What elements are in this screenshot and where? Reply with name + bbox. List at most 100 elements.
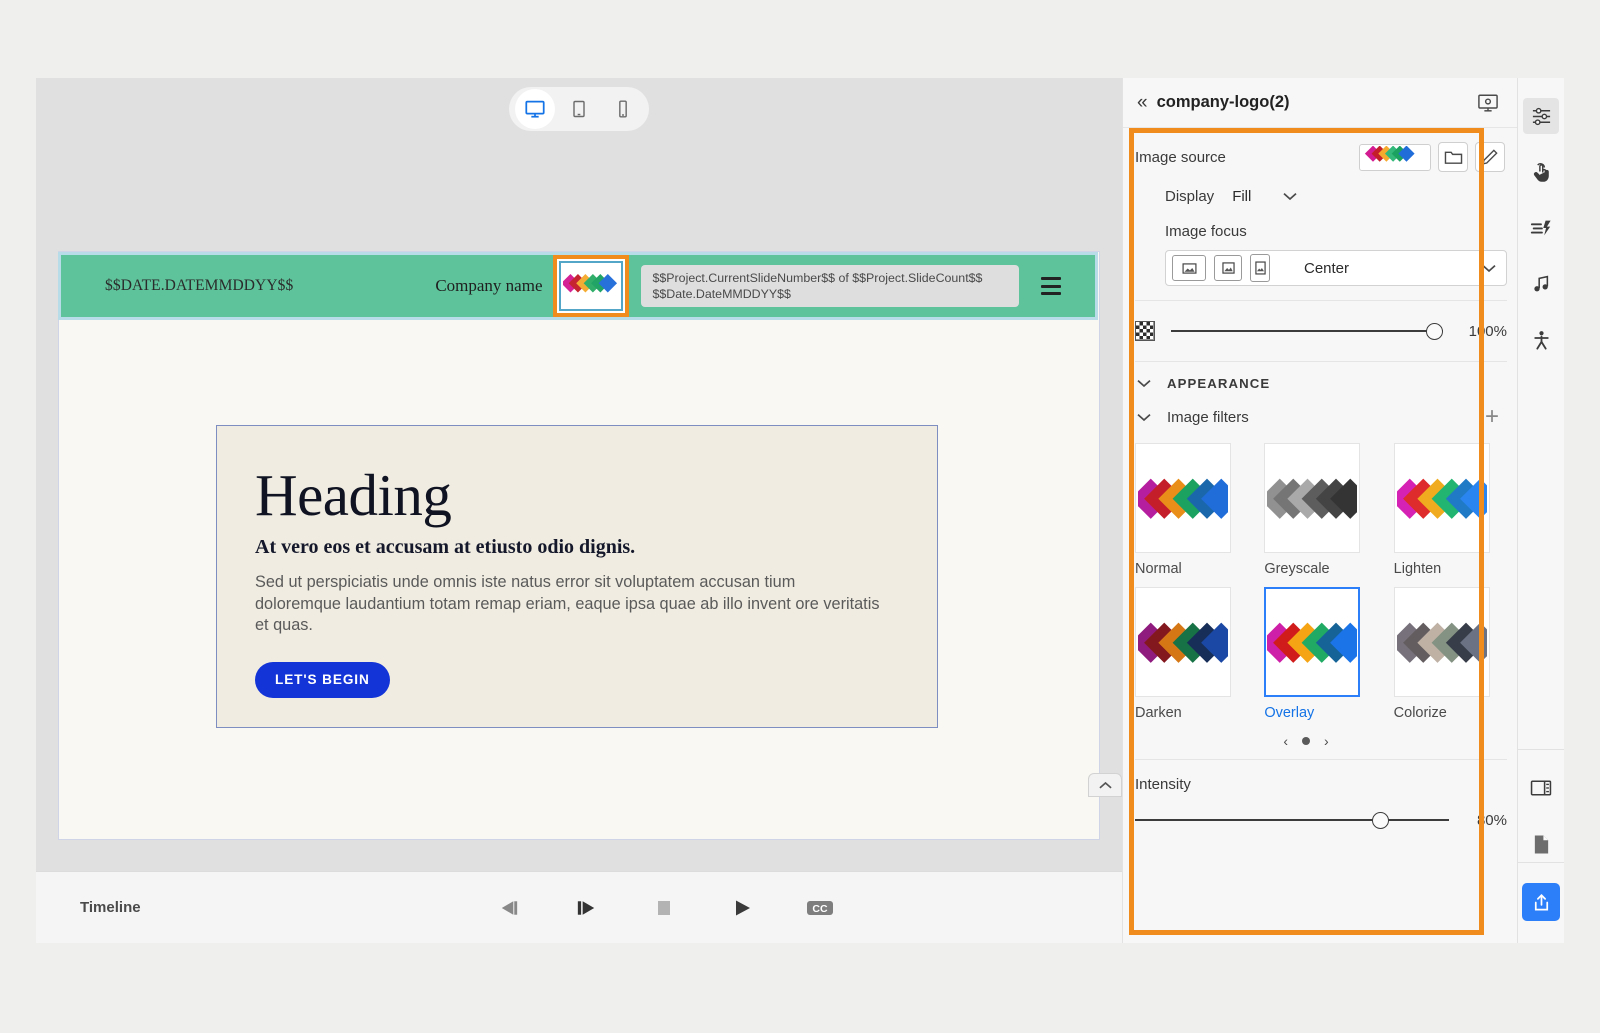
logo-thumbnail [558, 261, 623, 311]
rail-divider [1518, 749, 1564, 750]
appearance-section-header[interactable]: APPEARANCE [1135, 362, 1507, 397]
authoring-app-window: $$DATE.DATEMMDDYY$$ Company name $$Proje… [36, 78, 1564, 943]
slide-text-block[interactable]: Heading At vero eos et accusam at etiust… [216, 425, 938, 728]
intensity-slider-row: 80% [1135, 811, 1507, 829]
appearance-title: APPEARANCE [1167, 376, 1271, 391]
landscape-icon[interactable] [1172, 255, 1206, 281]
slide-header-band[interactable]: $$DATE.DATEMMDDYY$$ Company name $$Proje… [58, 252, 1098, 320]
filter-thumbnail[interactable] [1264, 443, 1361, 553]
intensity-knob[interactable] [1372, 811, 1390, 829]
chevron-down-icon[interactable] [1137, 379, 1151, 388]
preview-monitor-icon[interactable] [1473, 89, 1503, 117]
device-desktop-button[interactable] [515, 89, 555, 129]
stage-column: $$DATE.DATEMMDDYY$$ Company name $$Proje… [36, 78, 1122, 943]
interactions-icon[interactable] [1523, 154, 1559, 190]
pager-dot[interactable] [1302, 737, 1310, 745]
slide-panel-icon[interactable] [1523, 770, 1559, 806]
device-tablet-button[interactable] [559, 89, 599, 129]
timeline-bar: Timeline CC [36, 871, 1122, 943]
portrait-icon[interactable] [1250, 254, 1270, 282]
slide-heading: Heading [255, 462, 452, 528]
display-value[interactable]: Fill [1232, 188, 1251, 205]
plus-icon[interactable]: + [1485, 405, 1507, 429]
square-icon[interactable] [1214, 255, 1242, 281]
rail-divider [1518, 862, 1564, 863]
pager-next-icon[interactable]: › [1324, 733, 1329, 749]
band-text-line1: $$Project.CurrentSlideNumber$$ of $$Proj… [652, 271, 983, 285]
band-slide-number-textbox[interactable]: $$Project.CurrentSlideNumber$$ of $$Proj… [640, 265, 1019, 307]
image-focus-label: Image focus [1165, 223, 1247, 240]
chevron-down-icon[interactable] [1482, 264, 1496, 273]
filter-thumbnail[interactable] [1393, 443, 1490, 553]
pager-prev-icon[interactable]: ‹ [1283, 733, 1288, 749]
image-focus-row: Center [1165, 250, 1507, 286]
filter-option-darken[interactable]: Darken [1135, 587, 1242, 731]
device-mobile-button[interactable] [603, 89, 643, 129]
filter-label: Darken [1135, 705, 1182, 721]
image-filters-title: Image filters [1167, 408, 1249, 426]
opacity-slider[interactable] [1171, 322, 1443, 340]
slide-body-text: Sed ut perspiciatis unde omnis iste natu… [255, 573, 880, 634]
double-chevron-left-icon[interactable]: « [1137, 93, 1148, 112]
device-preview-toolbar [36, 78, 1122, 140]
opacity-track [1171, 330, 1443, 332]
intensity-label: Intensity [1135, 776, 1191, 793]
stop-button[interactable] [647, 893, 681, 923]
svg-text:CC: CC [812, 903, 828, 915]
play-button[interactable] [725, 893, 759, 923]
step-forward-button[interactable] [569, 893, 603, 923]
timeline-collapse-toggle[interactable] [1088, 773, 1122, 797]
filter-option-colorize[interactable]: Colorize [1393, 587, 1501, 731]
slide-subheading: At vero eos et accusam at etiusto odio d… [255, 536, 636, 558]
filter-option-greyscale[interactable]: Greyscale [1264, 443, 1371, 587]
band-text-line2: $$Date.DateMMDDYY$$ [652, 287, 791, 301]
intensity-track [1135, 819, 1449, 821]
filter-thumbnail[interactable] [1264, 587, 1361, 697]
effects-icon[interactable] [1523, 210, 1559, 246]
band-date-text: $$DATE.DATEMMDDYY$$ [105, 277, 294, 294]
image-source-section: Image source Display Fill Image focus Ce… [1135, 128, 1507, 301]
intensity-slider[interactable] [1135, 811, 1449, 829]
folder-icon[interactable] [1438, 142, 1468, 172]
selected-logo-object[interactable] [552, 255, 629, 317]
step-back-button[interactable] [491, 893, 525, 923]
image-source-controls [1359, 142, 1505, 172]
filter-label: Overlay [1264, 705, 1315, 721]
tool-rail [1517, 78, 1564, 943]
filter-option-overlay[interactable]: Overlay [1264, 587, 1371, 731]
properties-icon[interactable] [1523, 98, 1559, 134]
intensity-value: 80% [1476, 811, 1507, 829]
audio-icon[interactable] [1523, 266, 1559, 302]
timeline-label: Timeline [80, 899, 141, 916]
filter-option-normal[interactable]: Normal [1135, 443, 1242, 587]
slide-cta-button[interactable]: LET'S BEGIN [255, 661, 390, 698]
assets-icon[interactable] [1523, 826, 1559, 862]
properties-panel-title: company-logo(2) [1156, 93, 1290, 111]
filter-thumbnail[interactable] [1135, 587, 1231, 697]
closed-captions-button[interactable]: CC [803, 893, 837, 923]
opacity-section: 100% [1135, 301, 1507, 362]
filter-label: Normal [1135, 561, 1182, 577]
display-label: Display [1165, 188, 1215, 205]
slide-stage: $$DATE.DATEMMDDYY$$ Company name $$Proje… [36, 140, 1122, 871]
accessibility-icon[interactable] [1523, 322, 1559, 358]
intensity-section: Intensity 80% [1135, 759, 1507, 829]
publish-icon[interactable] [1522, 883, 1560, 921]
filter-thumbnail[interactable] [1135, 443, 1231, 553]
band-menu-icon[interactable] [1040, 277, 1061, 295]
pencil-icon[interactable] [1475, 142, 1505, 172]
properties-panel-body: Image source Display Fill Image focus Ce… [1123, 128, 1517, 943]
filter-thumbnail[interactable] [1393, 587, 1490, 697]
properties-panel-header: « company-logo(2) [1123, 78, 1517, 128]
chevron-down-icon[interactable] [1283, 192, 1297, 201]
filter-label: Colorize [1393, 705, 1447, 721]
opacity-knob[interactable] [1426, 322, 1443, 340]
checkerboard-icon [1135, 321, 1155, 341]
image-source-thumbnail[interactable] [1359, 143, 1431, 171]
display-row: Display Fill [1135, 188, 1507, 205]
filter-option-lighten[interactable]: Lighten [1393, 443, 1501, 587]
image-focus-value[interactable]: Center [1304, 260, 1349, 277]
filters-pager: ‹ › [1135, 731, 1477, 759]
image-filters-header[interactable]: Image filters + [1135, 397, 1507, 433]
chevron-down-icon[interactable] [1137, 413, 1151, 422]
